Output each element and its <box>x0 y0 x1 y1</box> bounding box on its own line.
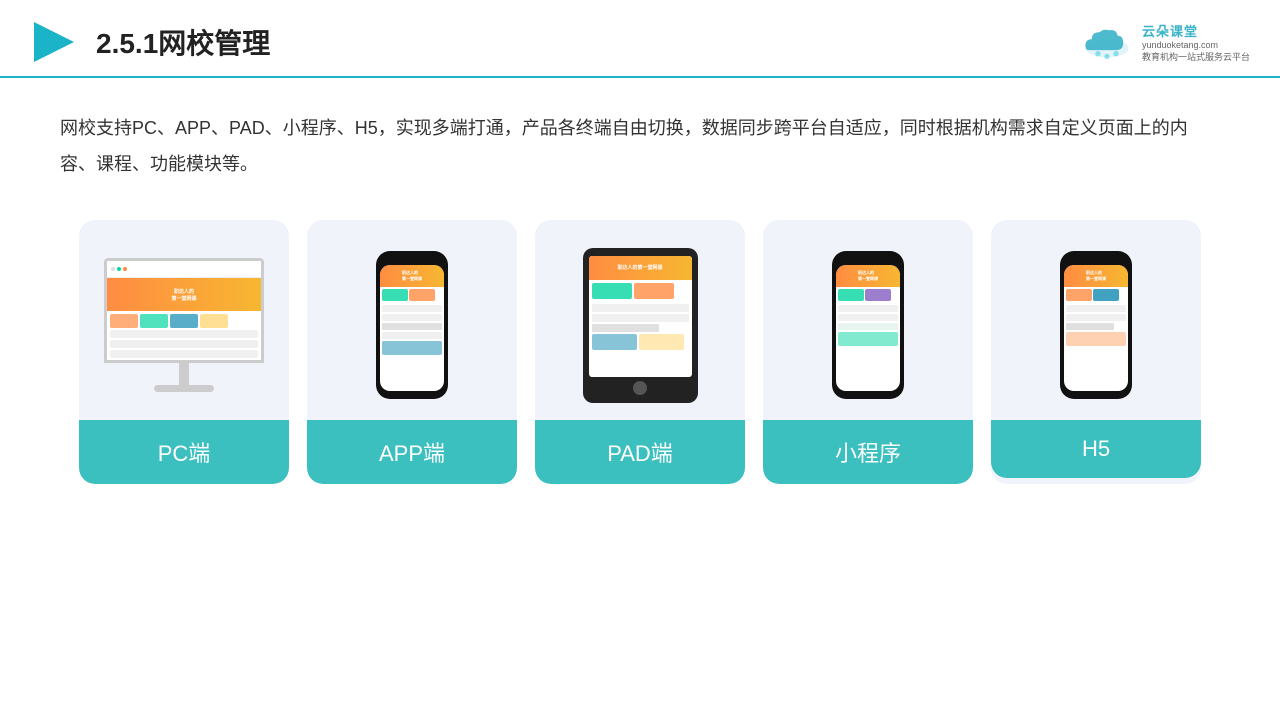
card-image-pad: 职达人的第一堂网课 <box>535 220 745 420</box>
description-text: 网校支持PC、APP、PAD、小程序、H5，实现多端打通，产品各终端自由切换，数… <box>0 78 1280 182</box>
phone-notch-mini <box>855 255 881 261</box>
phone-screen-mini: 职达人的第一堂网课 <box>836 265 900 391</box>
header: 2.5.1网校管理 云朵课堂 yunduoketang.com 教育机构一站式服… <box>0 0 1280 78</box>
tablet-screen: 职达人的第一堂网课 <box>589 256 692 377</box>
description-content: 网校支持PC、APP、PAD、小程序、H5，实现多端打通，产品各终端自由切换，数… <box>60 118 1188 174</box>
phone-screen-h5: 职达人的第一堂网课 <box>1064 265 1128 391</box>
card-image-app: 职达人的第一堂网课 <box>307 220 517 420</box>
tablet-home-btn <box>633 381 647 395</box>
card-label-app: APP端 <box>307 420 517 484</box>
card-label-h5: H5 <box>991 420 1201 478</box>
phone-device-miniprogram: 职达人的第一堂网课 <box>832 251 904 399</box>
card-app: 职达人的第一堂网课 <box>307 220 517 484</box>
card-image-miniprogram: 职达人的第一堂网课 <box>763 220 973 420</box>
phone-notch-h5 <box>1083 255 1109 261</box>
phone-device-app: 职达人的第一堂网课 <box>376 251 448 399</box>
logo-area: 云朵课堂 yunduoketang.com 教育机构一站式服务云平台 <box>1080 21 1250 63</box>
card-image-h5: 职达人的第一堂网课 <box>991 220 1201 420</box>
logo-text-block: 云朵课堂 yunduoketang.com 教育机构一站式服务云平台 <box>1142 21 1250 63</box>
card-image-pc: 职达人的第一堂网课 <box>79 220 289 420</box>
phone-device-h5: 职达人的第一堂网课 <box>1060 251 1132 399</box>
card-label-pc: PC端 <box>79 420 289 484</box>
phone-screen-app: 职达人的第一堂网课 <box>380 265 444 391</box>
monitor-stand <box>179 363 189 385</box>
card-label-miniprogram: 小程序 <box>763 420 973 484</box>
logo-name: 云朵课堂 <box>1142 21 1198 40</box>
logo-tagline: 教育机构一站式服务云平台 <box>1142 52 1250 64</box>
card-pc: 职达人的第一堂网课 <box>79 220 289 484</box>
tablet-device: 职达人的第一堂网课 <box>583 248 698 403</box>
cards-section: 职达人的第一堂网课 <box>0 182 1280 484</box>
card-pad: 职达人的第一堂网课 <box>535 220 745 484</box>
play-icon <box>30 18 78 66</box>
card-h5: 职达人的第一堂网课 <box>991 220 1201 484</box>
header-left: 2.5.1网校管理 <box>30 18 270 66</box>
logo-url: yunduoketang.com <box>1142 40 1218 52</box>
cloud-logo-icon <box>1080 23 1134 61</box>
monitor-device: 职达人的第一堂网课 <box>104 258 264 392</box>
card-miniprogram: 职达人的第一堂网课 <box>763 220 973 484</box>
phone-notch <box>399 255 425 261</box>
monitor-base <box>154 385 214 392</box>
page-title: 2.5.1网校管理 <box>96 22 270 62</box>
monitor-screen: 职达人的第一堂网课 <box>104 258 264 363</box>
card-label-pad: PAD端 <box>535 420 745 484</box>
